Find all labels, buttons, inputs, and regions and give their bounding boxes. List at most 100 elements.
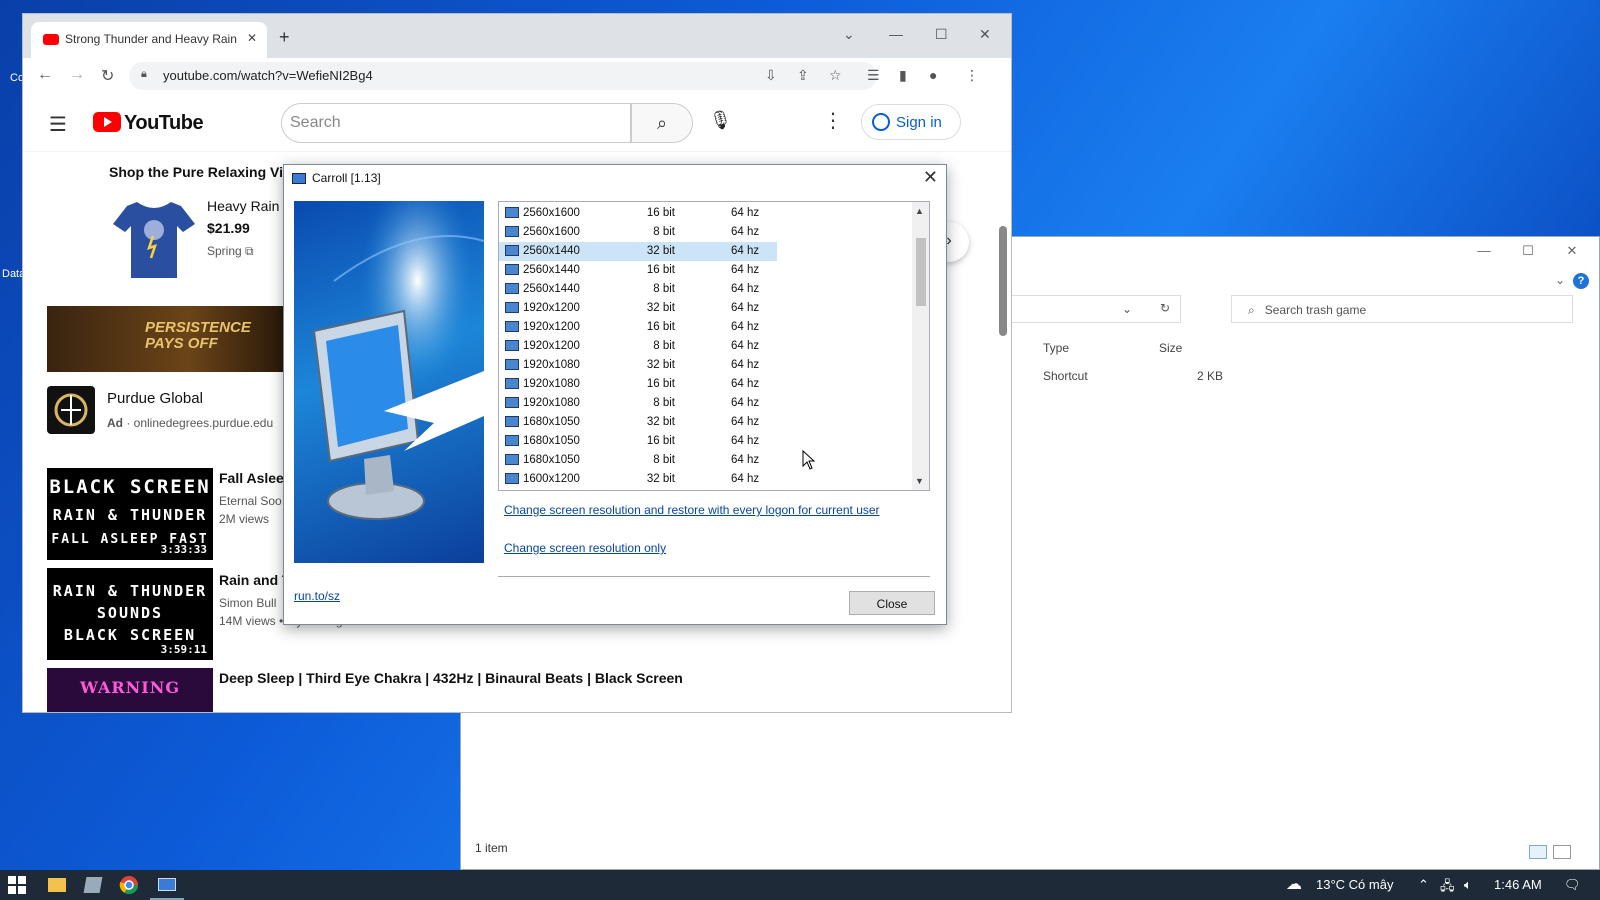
resolution-row[interactable]: 2560x1440 32 bit 64 hz [499, 242, 777, 261]
clock[interactable]: 1:46 AM [1494, 877, 1542, 892]
resolution-list[interactable]: 1600x1200 32 bit 64 hz 1680x1050 8 bit 64 hz 1… [498, 201, 930, 491]
profile-icon[interactable]: ● [929, 67, 937, 83]
tab-search-icon[interactable]: ⌄ [843, 26, 855, 43]
bookmark-star-icon[interactable]: ☆ [829, 67, 842, 84]
minimize-icon[interactable]: — [1469, 243, 1499, 258]
thumbnail-text: RAIN & THUNDER [52, 582, 208, 600]
video-channel[interactable]: Simon Bull [219, 596, 276, 610]
back-icon[interactable]: ← [37, 66, 53, 84]
app-taskbar-icon[interactable] [82, 874, 104, 896]
resolution-value: 1680x1050 [523, 416, 580, 428]
change-resolution-only-link[interactable]: Change screen resolution only [504, 541, 666, 555]
monitor-icon [505, 435, 519, 446]
settings-dots-icon[interactable]: ⋮ [823, 108, 843, 133]
advertiser-name[interactable]: Purdue Global [107, 390, 203, 407]
youtube-logo[interactable]: YouTube [93, 112, 204, 135]
notifications-icon[interactable]: 🗨︎ [1564, 877, 1581, 893]
youtube-search-input[interactable]: Search [281, 103, 631, 143]
help-icon[interactable]: ? [1573, 273, 1589, 289]
close-tab-icon[interactable]: ✕ [247, 31, 257, 45]
carroll-dialog: Carroll [1.13] ✕ 1600x1200 32 bit 64 hz 168… [283, 164, 947, 625]
chrome-taskbar-icon[interactable] [118, 874, 140, 896]
browser-tab[interactable]: Strong Thunder and Heavy Rain ✕ [31, 22, 267, 58]
resolution-row[interactable]: 2560x1600 16 bit 64 hz [499, 204, 777, 223]
maximize-icon[interactable]: ☐ [935, 26, 948, 43]
change-resolution-restore-link[interactable]: Change screen resolution and restore wit… [504, 503, 880, 517]
resolution-row[interactable]: 1680x1050 16 bit 64 hz [499, 432, 777, 451]
resolution-row[interactable]: 1920x1200 32 bit 64 hz [499, 299, 777, 318]
list-scrollbar[interactable]: ▲ ▼ [912, 202, 929, 490]
share-icon[interactable]: ⇪ [797, 67, 809, 84]
ad-banner-image[interactable]: PERSISTENCE PAYS OFF [47, 306, 283, 372]
resolution-row[interactable]: 1600x1200 32 bit 64 hz [499, 470, 777, 489]
resolution-row[interactable]: 1920x1200 16 bit 64 hz [499, 318, 777, 337]
video-title[interactable]: Rain and T [219, 572, 291, 588]
resolution-row[interactable]: 1680x1050 8 bit 64 hz [499, 451, 777, 470]
close-icon[interactable]: ✕ [979, 26, 991, 43]
windows-start-icon[interactable] [8, 876, 26, 894]
lock-icon[interactable]: 🔒︎ [141, 68, 147, 81]
resolution-row[interactable]: 1920x1200 8 bit 64 hz [499, 337, 777, 356]
large-icons-view-icon[interactable] [1553, 845, 1571, 859]
video-thumbnail[interactable]: RAIN & THUNDER SOUNDS BLACK SCREEN 3:59:… [47, 568, 213, 660]
close-icon[interactable]: ✕ [923, 167, 938, 188]
column-header-type[interactable]: Type [1043, 341, 1069, 355]
page-scrollbar[interactable] [999, 226, 1007, 336]
column-header-size[interactable]: Size [1159, 341, 1182, 355]
resolution-row[interactable]: 1920x1080 16 bit 64 hz [499, 375, 777, 394]
close-button[interactable]: Close [849, 591, 935, 615]
carroll-taskbar-icon[interactable] [150, 874, 184, 900]
video-channel[interactable]: Eternal Soo [219, 494, 282, 508]
resolution-value: 1600x1200 [523, 473, 580, 485]
video-title[interactable]: Fall Aslee [219, 470, 284, 486]
forward-icon[interactable]: → [69, 66, 85, 84]
minimize-icon[interactable]: — [889, 26, 903, 42]
chevron-down-icon[interactable]: ⌄ [1122, 302, 1132, 316]
refresh-rate-value: 64 hz [731, 454, 760, 466]
install-icon[interactable]: ⇩ [765, 67, 777, 84]
resolution-row[interactable]: 2560x1440 8 bit 64 hz [499, 280, 777, 299]
monitor-icon [505, 283, 519, 294]
explorer-search-input[interactable]: ⌕ Search trash game [1231, 295, 1573, 323]
scroll-up-icon[interactable]: ▲ [915, 206, 924, 216]
reload-icon[interactable]: ↻ [101, 66, 114, 86]
close-icon[interactable]: ✕ [1557, 243, 1587, 259]
resolution-row[interactable]: 2560x1600 8 bit 64 hz [499, 223, 777, 242]
external-link-icon: ⧉ [245, 244, 254, 258]
color-depth-value: 16 bit [646, 264, 675, 276]
file-explorer-taskbar-icon[interactable] [46, 874, 68, 896]
details-view-icon[interactable] [1529, 845, 1547, 859]
reading-list-icon[interactable]: ☰ [867, 67, 880, 84]
refresh-icon[interactable]: ↻ [1160, 301, 1170, 315]
tshirt-product-image[interactable] [109, 194, 199, 284]
video-thumbnail[interactable]: BLACK SCREEN RAIN & THUNDER FALL ASLEEP … [47, 468, 213, 560]
side-panel-icon[interactable]: ▮ [899, 67, 907, 84]
weather-cloud-icon[interactable]: ☁ [1286, 874, 1302, 894]
search-icon[interactable]: ⌕ [631, 103, 693, 143]
footer-link[interactable]: run.to/sz [294, 589, 340, 603]
resolution-row[interactable]: 1920x1080 32 bit 64 hz [499, 356, 777, 375]
shop-section-title: Shop the Pure Relaxing Vibe [109, 164, 300, 180]
new-tab-button[interactable]: + [279, 27, 290, 48]
advertiser-logo[interactable] [47, 386, 95, 434]
product-store[interactable]: Spring ⧉ [207, 244, 254, 259]
weather-text[interactable]: 13°C Có mây [1316, 877, 1393, 892]
hamburger-menu-icon[interactable]: ☰ [49, 112, 67, 137]
sign-in-button[interactable]: Sign in [861, 104, 961, 140]
menu-dots-icon[interactable]: ⋮ [965, 67, 979, 84]
resolution-row[interactable]: 1680x1050 32 bit 64 hz [499, 413, 777, 432]
network-icon[interactable]: 🖧︎ [1440, 877, 1455, 899]
resolution-value: 2560x1600 [523, 207, 580, 219]
chevron-down-icon[interactable]: ⌄ [1555, 273, 1565, 287]
chevron-up-icon[interactable]: ⌃ [1418, 877, 1429, 893]
product-name[interactable]: Heavy Rain [207, 198, 279, 214]
maximize-icon[interactable]: ☐ [1513, 243, 1543, 259]
scroll-down-icon[interactable]: ▼ [915, 476, 924, 486]
resolution-row[interactable]: 1920x1080 8 bit 64 hz [499, 394, 777, 413]
volume-icon[interactable]: 🔈︎ [1464, 877, 1472, 893]
resolution-row[interactable]: 2560x1440 16 bit 64 hz [499, 261, 777, 280]
video-thumbnail[interactable]: WARNING [47, 668, 213, 712]
scrollbar-thumb[interactable] [916, 238, 926, 306]
microphone-icon[interactable]: 🎙︎ [709, 110, 732, 131]
video-title[interactable]: Deep Sleep | Third Eye Chakra | 432Hz | … [219, 670, 683, 686]
